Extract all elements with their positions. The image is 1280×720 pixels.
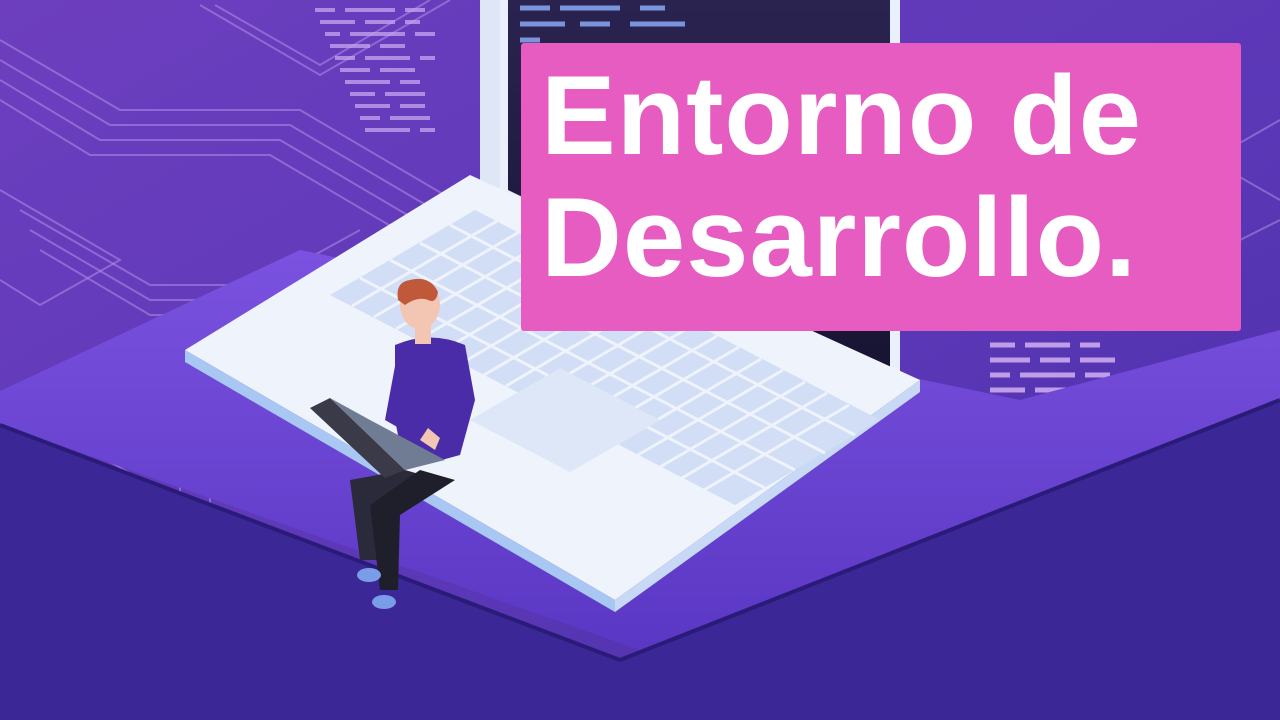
- thumbnail: Entorno de Desarrollo.: [0, 0, 1280, 720]
- title-banner: Entorno de Desarrollo.: [521, 43, 1241, 331]
- title-line-2: Desarrollo.: [541, 175, 1138, 300]
- title-line-1: Entorno de: [541, 53, 1143, 178]
